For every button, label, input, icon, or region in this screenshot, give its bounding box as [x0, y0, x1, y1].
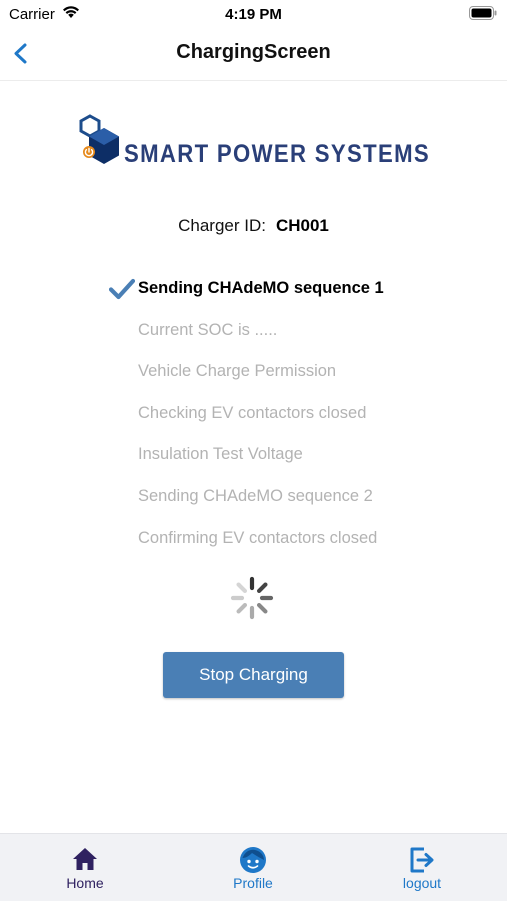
charger-id-row: Charger ID: CH001 — [0, 216, 507, 236]
step-item: Confirming EV contactors closed — [138, 527, 498, 569]
step-item: Sending CHAdeMO sequence 1 — [109, 277, 498, 319]
step-label: Insulation Test Voltage — [138, 445, 303, 464]
step-label: Sending CHAdeMO sequence 1 — [138, 279, 384, 297]
tab-profile-label: Profile — [233, 875, 273, 891]
step-label: Current SOC is ..... — [138, 320, 278, 339]
charging-steps-list: Sending CHAdeMO sequence 1 Current SOC i… — [109, 277, 498, 569]
charger-id-value: CH001 — [275, 216, 329, 235]
home-icon — [73, 848, 97, 870]
tab-logout[interactable]: logout — [362, 834, 482, 901]
step-item: Current SOC is ..... — [138, 319, 498, 361]
battery-icon — [469, 6, 497, 20]
status-time: 4:19 PM — [225, 6, 282, 23]
tab-home[interactable]: Home — [25, 834, 145, 901]
step-label: Vehicle Charge Permission — [138, 362, 337, 381]
step-item: Sending CHAdeMO sequence 2 — [138, 485, 498, 527]
tab-profile[interactable]: Profile — [193, 834, 313, 901]
step-item: Vehicle Charge Permission — [138, 360, 498, 402]
logout-icon — [410, 847, 434, 873]
step-item: Insulation Test Voltage — [138, 443, 498, 485]
profile-icon — [240, 847, 266, 873]
step-label: Confirming EV contactors closed — [138, 528, 378, 547]
tab-bar: Home Profile logout — [0, 833, 507, 901]
status-bar: Carrier 4:19 PM — [0, 0, 507, 28]
svg-text:SMART POWER SYSTEMS: SMART POWER SYSTEMS — [124, 140, 430, 168]
brand-logo: SMART POWER SYSTEMS — [76, 114, 436, 176]
spinner-icon — [230, 576, 274, 620]
tab-home-label: Home — [66, 875, 104, 891]
step-item: Checking EV contactors closed — [138, 402, 498, 444]
logo-wordmark: SMART POWER SYSTEMS — [124, 140, 430, 168]
logo-hexagon-icon — [79, 114, 119, 164]
step-label: Checking EV contactors closed — [138, 403, 367, 422]
navigation-bar: ChargingScreen — [0, 28, 507, 81]
checkmark-icon — [109, 278, 135, 300]
page-title: ChargingScreen — [176, 41, 331, 63]
step-label: Sending CHAdeMO sequence 2 — [138, 486, 373, 505]
charger-id-label: Charger ID: — [178, 216, 266, 235]
tab-logout-label: logout — [402, 875, 442, 891]
stop-charging-button[interactable]: Stop Charging — [163, 652, 344, 698]
